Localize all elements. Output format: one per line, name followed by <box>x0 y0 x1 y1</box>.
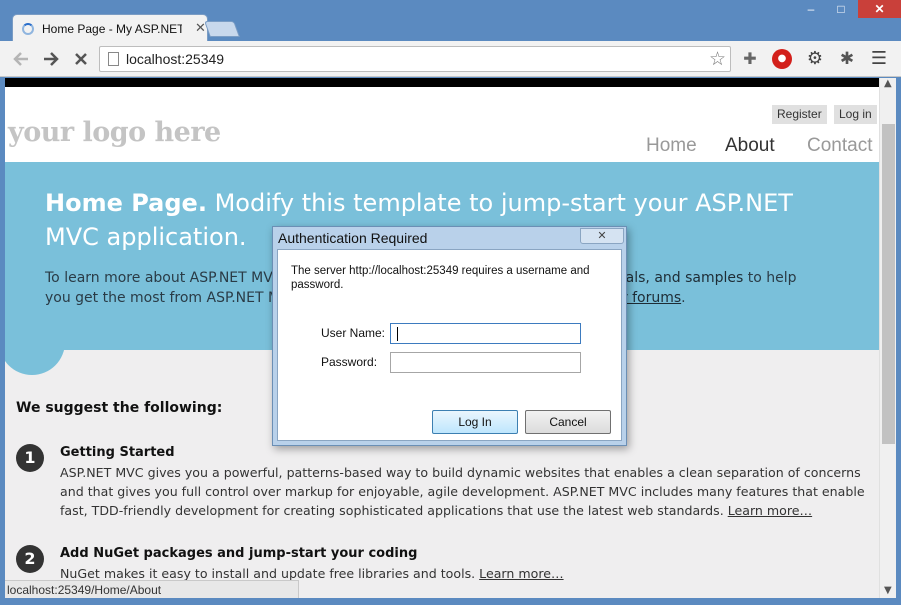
star-icon[interactable]: ☆ <box>709 48 726 70</box>
hero-line2-end: . <box>681 290 686 306</box>
stop-sign-icon[interactable]: ● <box>772 49 792 69</box>
item-title: Add NuGet packages and jump-start your c… <box>60 546 418 561</box>
site-header: your logo here Register Log in Home Abou… <box>5 87 879 162</box>
browser-toolbar: localhost:25349 ☆ ✚ ● ⚙ ✱ ☰ <box>0 41 901 77</box>
puzzle-icon[interactable]: ✚ <box>740 49 760 69</box>
nav-contact[interactable]: Contact <box>807 135 872 157</box>
step-number: 2 <box>16 545 44 573</box>
vertical-scrollbar[interactable]: ▲ ▼ <box>879 78 896 598</box>
login-button[interactable]: Log In <box>432 410 518 434</box>
dialog-message: The server http://localhost:25349 requir… <box>291 265 590 291</box>
login-link[interactable]: Log in <box>834 105 877 124</box>
banner-bubble <box>5 322 65 375</box>
dialog-close-icon[interactable]: ✕ <box>580 228 624 244</box>
status-bar: localhost:25349/Home/About <box>5 580 299 598</box>
minimize-button[interactable]: ‒ <box>798 0 824 18</box>
loading-spinner-icon <box>22 23 34 35</box>
top-border <box>5 78 879 87</box>
gear-icon[interactable]: ⚙ <box>805 49 825 69</box>
username-input[interactable] <box>390 323 581 344</box>
close-window-button[interactable]: ✕ <box>858 0 901 18</box>
tab-title: Home Page - My ASP.NET <box>42 22 182 36</box>
url-text[interactable]: localhost:25349 <box>126 51 224 67</box>
bug-icon[interactable]: ✱ <box>837 49 857 69</box>
step-number: 1 <box>16 444 44 472</box>
scroll-up-icon[interactable]: ▲ <box>884 78 892 89</box>
tab-home-page[interactable]: Home Page - My ASP.NET ✕ <box>12 14 208 42</box>
stop-loading-icon[interactable] <box>70 48 92 70</box>
password-label: Password: <box>321 355 378 369</box>
learn-more-link[interactable]: Learn more… <box>479 566 563 581</box>
register-link[interactable]: Register <box>772 105 827 124</box>
learn-more-link[interactable]: Learn more… <box>728 503 812 518</box>
menu-icon[interactable]: ☰ <box>869 49 889 69</box>
scroll-down-icon[interactable]: ▼ <box>884 585 892 596</box>
maximize-button[interactable]: □ <box>828 0 854 18</box>
text-caret <box>397 327 398 341</box>
username-label: User Name: <box>321 326 386 340</box>
page-icon <box>108 52 119 66</box>
forward-arrow-icon[interactable] <box>40 48 62 70</box>
scrollbar-thumb[interactable] <box>882 124 895 444</box>
address-bar[interactable]: localhost:25349 ☆ <box>99 46 731 72</box>
site-logo[interactable]: your logo here <box>8 117 221 148</box>
browser-titlebar: Home Page - My ASP.NET ✕ ‒ □ ✕ <box>0 0 901 42</box>
nav-home[interactable]: Home <box>646 135 697 157</box>
item-title: Getting Started <box>60 445 175 460</box>
item-body-text: NuGet makes it easy to install and updat… <box>60 566 480 581</box>
hero-title-bold: Home Page. <box>45 189 207 217</box>
item-body: ASP.NET MVC gives you a powerful, patter… <box>60 463 875 520</box>
dialog-body: The server http://localhost:25349 requir… <box>277 249 622 441</box>
cancel-button[interactable]: Cancel <box>525 410 611 434</box>
password-input[interactable] <box>390 352 581 373</box>
nav-about[interactable]: About <box>725 135 775 157</box>
hero-line1-start: To learn more about ASP.NET MVC <box>45 270 283 286</box>
back-arrow-icon[interactable] <box>10 48 32 70</box>
new-tab-button[interactable] <box>204 21 240 37</box>
hero-line1-end: to help <box>743 270 797 286</box>
auth-dialog: Authentication Required ✕ The server htt… <box>272 226 627 446</box>
suggest-heading: We suggest the following: <box>16 400 223 416</box>
hero-line2-start: you get the most from ASP.NET MVC <box>45 290 300 306</box>
dialog-title: Authentication Required <box>278 230 428 246</box>
